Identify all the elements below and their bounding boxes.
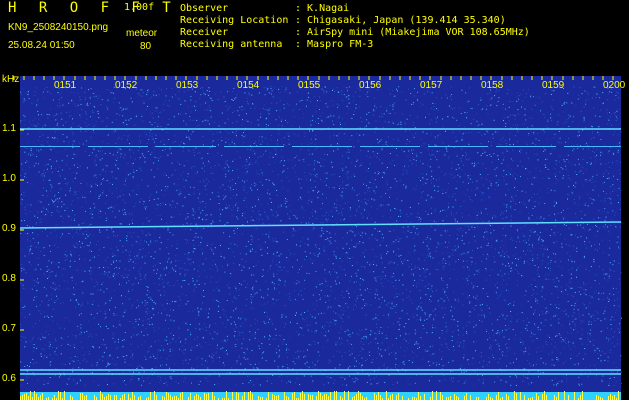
time-tick-label: 0156 — [359, 80, 382, 91]
time-tick-label: 0155 — [298, 80, 321, 91]
freq-tick-label: 1.0 — [2, 173, 16, 184]
freq-tick-label: 1.1 — [2, 123, 16, 134]
time-tick-label: 0159 — [542, 80, 565, 91]
time-tick-label: 0200 — [603, 80, 626, 91]
time-tick-label: 0158 — [481, 80, 504, 91]
time-tick-label: 0153 — [176, 80, 199, 91]
spectrogram-background — [20, 76, 621, 400]
freq-tick-label: 0.7 — [2, 323, 16, 334]
freq-tick-label: 0.8 — [2, 273, 16, 284]
bottom-strip — [20, 391, 621, 400]
time-tick-label: 0154 — [237, 80, 260, 91]
freq-unit-label: kHz — [2, 74, 20, 85]
time-tick-label: 0151 — [54, 80, 77, 91]
freq-tick-label: 0.6 — [2, 373, 16, 384]
time-tick-label: 0152 — [115, 80, 138, 91]
freq-tick-label: 0.9 — [2, 223, 16, 234]
time-tick-label: 0157 — [420, 80, 443, 91]
spectrogram — [13, 76, 622, 400]
